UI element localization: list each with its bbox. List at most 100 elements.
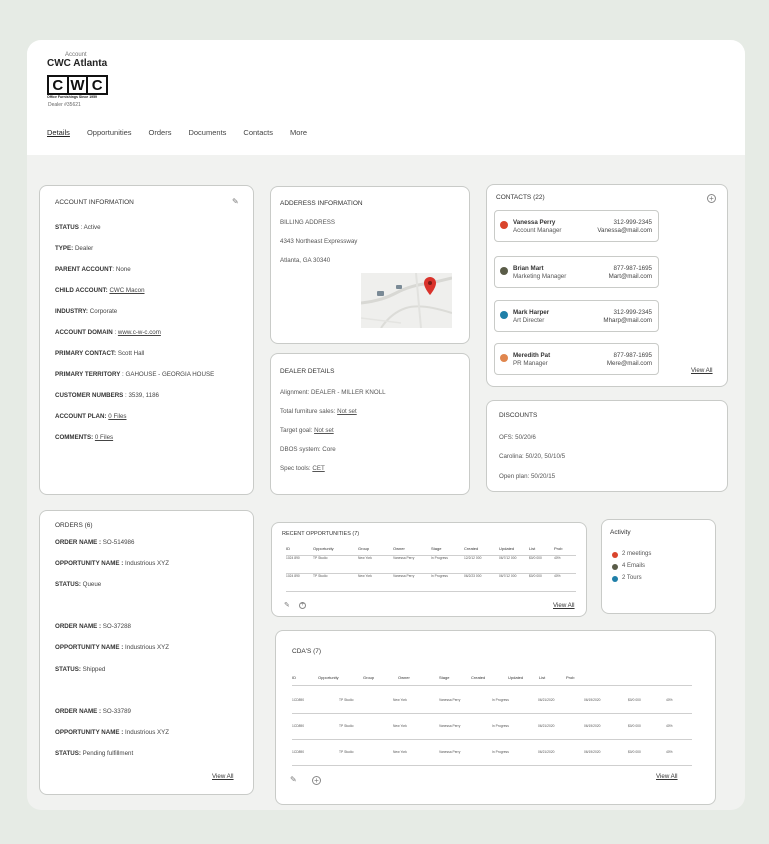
spec-tools-row: Spec tools: CET xyxy=(280,465,325,472)
table-cell: $0/0 000 xyxy=(628,697,641,702)
table-cell: TP Studio xyxy=(339,723,354,728)
card-title: RECENT OPPORTUNITIES (7) xyxy=(282,531,360,537)
table-row[interactable]: 1024 890 TP Studio New York Vanessa Perr… xyxy=(286,555,576,573)
opportunity-name-row: OPPORTUNITY NAME : Industrious XYZ xyxy=(55,560,170,567)
street-address: 4343 Northeast Expressway xyxy=(280,238,358,245)
tab-documents[interactable]: Documents xyxy=(188,128,226,137)
table-cell: 40% xyxy=(554,555,561,560)
column-header: Updated xyxy=(508,675,524,681)
goal-link[interactable]: Not set xyxy=(314,427,334,434)
billing-label: BILLING ADDRESS xyxy=(280,219,336,226)
comments-link[interactable]: 0 Files xyxy=(95,434,113,441)
table-cell: In Progress xyxy=(492,749,509,754)
card-title: DEALER DETAILS xyxy=(280,368,335,375)
opportunities-view-all-link[interactable]: View All xyxy=(553,602,575,609)
contact-email: Mart@mail.com xyxy=(608,273,652,280)
add-contact-icon[interactable]: + xyxy=(707,194,716,203)
table-row[interactable]: 1CD890 TP Studio New York Vanessa Perry … xyxy=(292,739,692,765)
comments-row: COMMENTS: 0 Files xyxy=(55,434,114,441)
card-title: ORDERS (6) xyxy=(55,522,93,529)
contact-card[interactable]: Mark Harper Art Directer 312-999-2345 Mh… xyxy=(494,300,659,332)
edit-pencil-icon[interactable]: ✎ xyxy=(290,776,298,784)
column-header: ID xyxy=(286,546,290,552)
order-status-row: STATUS: Shipped xyxy=(55,666,106,673)
logo-tagline: Office Furnishings Since 1959 xyxy=(47,95,97,99)
column-header: Stage xyxy=(439,675,450,681)
table-row[interactable]: 1024 890 TP Studio New York Vanessa Perr… xyxy=(286,573,576,591)
table-header-row: ID Opportunity Group Owner Stage Created… xyxy=(292,671,692,685)
table-cell: 06/21/2020 xyxy=(538,723,555,728)
table-cell: New York xyxy=(393,723,407,728)
app-window: Account CWC Atlanta C W C Office Furnish… xyxy=(27,40,745,810)
edit-pencil-icon[interactable]: ✎ xyxy=(284,602,292,610)
tab-contacts[interactable]: Contacts xyxy=(243,128,273,137)
tab-orders[interactable]: Orders xyxy=(149,128,172,137)
contact-name: Mark Harper xyxy=(513,309,550,316)
contact-card[interactable]: Meredith Pat PR Manager 877-987-1695 Mer… xyxy=(494,343,659,375)
contact-phone: 877-987-1695 xyxy=(613,352,652,359)
contact-card[interactable]: Vanessa Perry Account Manager 312-999-23… xyxy=(494,210,659,242)
add-cda-icon[interactable]: + xyxy=(312,776,321,785)
table-cell: 40% xyxy=(666,749,673,754)
activity-tours[interactable]: 2 Tours xyxy=(622,575,642,581)
card-title: CONTACTS (22) xyxy=(496,194,545,201)
address-information-card: ADDERESS INFORMATION BILLING ADDRESS 434… xyxy=(270,186,470,344)
open-plan-discount: Open plan: 50/20/15 xyxy=(499,473,556,480)
column-header: Updated xyxy=(499,546,515,552)
cdas-view-all-link[interactable]: View All xyxy=(656,773,678,780)
city-address: Atlanta, GA 30340 xyxy=(280,257,331,264)
order-name-row: ORDER NAME : SO-33789 xyxy=(55,708,132,715)
account-plan-row: ACCOUNT PLAN: 0 Files xyxy=(55,413,127,420)
cdas-rows: 1CD890 TP Studio New York Vanessa Perry … xyxy=(292,687,692,766)
contact-color-dot xyxy=(500,221,508,229)
order-name-row: ORDER NAME : SO-514986 xyxy=(55,539,135,546)
tab-bar: Details Opportunities Orders Documents C… xyxy=(47,128,324,137)
table-row[interactable]: 1CD890 TP Studio New York Vanessa Perry … xyxy=(292,687,692,713)
industry-row: INDUSTRY: Corporate xyxy=(55,308,118,315)
cdas-table: ID Opportunity Group Owner Stage Created… xyxy=(292,671,692,686)
column-header: Created xyxy=(471,675,486,681)
child-account-row: CHILD ACCOUNT: CWC Macon xyxy=(55,287,145,294)
tab-more[interactable]: More xyxy=(290,128,307,137)
table-cell: TP Studio xyxy=(313,555,328,560)
table-cell: 06/2/23 000 xyxy=(464,573,482,578)
tab-opportunities[interactable]: Opportunities xyxy=(87,128,132,137)
table-cell: 1024 890 xyxy=(286,573,300,578)
contact-color-dot xyxy=(500,311,508,319)
activity-meetings[interactable]: 2 meetings xyxy=(622,551,651,557)
dealer-id: Dealer #35621 xyxy=(48,102,81,108)
table-cell: 1024 890 xyxy=(286,555,300,560)
sales-link[interactable]: Not set xyxy=(337,408,357,415)
add-opportunity-icon[interactable]: + xyxy=(299,602,306,609)
column-header: ID xyxy=(292,675,296,681)
logo-letter: C xyxy=(49,77,69,94)
orders-view-all-link[interactable]: View All xyxy=(212,773,234,780)
location-map[interactable] xyxy=(361,273,452,328)
table-cell: In Progress xyxy=(492,723,509,728)
tab-details[interactable]: Details xyxy=(47,128,70,137)
contact-name: Meredith Pat xyxy=(513,352,551,359)
table-cell: 12/2/12 000 xyxy=(464,555,482,560)
table-row[interactable]: 1CD890 TP Studio New York Vanessa Perry … xyxy=(292,713,692,739)
table-cell: 40% xyxy=(666,697,673,702)
spec-link[interactable]: CET xyxy=(312,465,324,472)
customer-numbers-row: CUSTOMER NUMBERS : 3539, 1186 xyxy=(55,392,159,399)
child-account-link[interactable]: CWC Macon xyxy=(109,287,144,294)
contact-phone: 312-999-2345 xyxy=(613,309,652,316)
account-plan-link[interactable]: 0 Files xyxy=(108,413,126,420)
contact-card[interactable]: Brian Mart Marketing Manager 877-987-169… xyxy=(494,256,659,288)
column-header: List xyxy=(539,675,546,681)
edit-pencil-icon[interactable]: ✎ xyxy=(232,198,240,206)
logo-letter: C xyxy=(91,76,103,94)
order-name-row: ORDER NAME : SO-37288 xyxy=(55,623,132,630)
table-cell: 06/19/2020 xyxy=(584,749,601,754)
primary-contact-row: PRIMARY CONTACT: Scott Hall xyxy=(55,350,145,357)
contact-name: Vanessa Perry xyxy=(513,219,556,226)
contact-email: Mharp@mail.com xyxy=(603,317,652,324)
domain-link[interactable]: www.c-w-c.com xyxy=(118,329,161,336)
cdas-card: CDA'S (7) ID Opportunity Group Owner Sta… xyxy=(275,630,716,805)
contacts-view-all-link[interactable]: View All xyxy=(691,367,713,374)
table-cell: $0/0 000 xyxy=(529,555,542,560)
activity-emails[interactable]: 4 Emails xyxy=(622,563,645,569)
table-cell: TP Studio xyxy=(313,573,328,578)
